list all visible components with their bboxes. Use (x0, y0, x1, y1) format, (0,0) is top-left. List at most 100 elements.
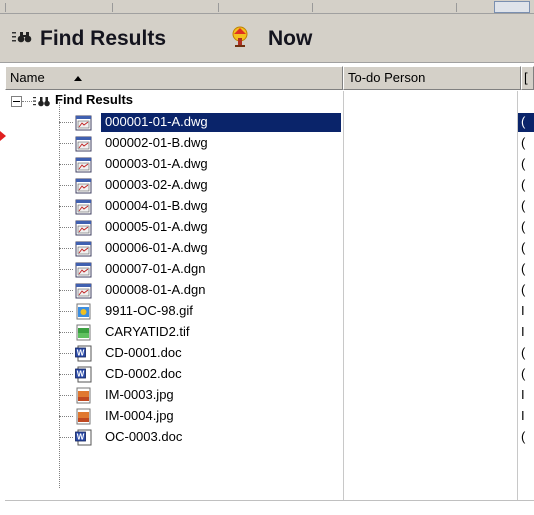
tree-file-row[interactable]: 000002-01-B.dwg ( (5, 133, 534, 154)
word-doc-icon: W (75, 429, 92, 446)
tree-connector (59, 395, 73, 396)
tree-connector (59, 416, 73, 417)
file-name: CARYATID2.tif (105, 324, 190, 339)
tree-file-row[interactable]: W CD-0002.doc ( (5, 364, 534, 385)
tree-connector (59, 332, 73, 333)
gif-file-icon (76, 303, 91, 320)
third-column-value: I (521, 324, 525, 339)
file-name: OC-0003.doc (105, 429, 183, 444)
tree-file-row[interactable]: 000007-01-A.dgn ( (5, 259, 534, 280)
tree-file-row[interactable]: CARYATID2.tif I (5, 322, 534, 343)
tree-root-row[interactable]: Find Results (5, 91, 534, 112)
column-header-row: Name To-do Person [ (5, 66, 534, 90)
jpg-file-icon (76, 387, 91, 404)
tree-connector (59, 374, 73, 375)
third-column-value: I (521, 303, 525, 318)
svg-text:W: W (77, 433, 85, 442)
tree-file-row[interactable]: 000004-01-B.dwg ( (5, 196, 534, 217)
third-column-value: I (521, 387, 525, 402)
results-tree: Find Results 000001-01-A.dwg (000002-01-B… (5, 91, 534, 501)
results-header: Find Results Now (0, 14, 534, 63)
tree-connector (22, 101, 32, 102)
binoculars-list-icon (12, 32, 32, 43)
strip-divider (5, 3, 6, 12)
third-column-value: ( (521, 345, 526, 360)
column-header-third[interactable]: [ (521, 66, 534, 90)
dgn-file-icon (75, 262, 92, 278)
tree-file-row[interactable]: 000003-02-A.dwg ( (5, 175, 534, 196)
dwg-file-icon (75, 178, 92, 194)
tree-file-row[interactable]: IM-0004.jpg I (5, 406, 534, 427)
svg-text:W: W (77, 349, 85, 358)
page-title: Find Results (40, 27, 167, 50)
now-icon[interactable] (228, 25, 252, 49)
column-header-name[interactable]: Name (5, 66, 343, 90)
file-name: 9911-OC-98.gif (105, 303, 193, 318)
third-column-value: ( (521, 114, 526, 129)
dwg-file-icon (75, 220, 92, 236)
tree-connector (59, 269, 73, 270)
file-name: IM-0003.jpg (105, 387, 174, 402)
third-column-value: ( (521, 177, 526, 192)
third-column-value: ( (521, 240, 526, 255)
strip-divider (112, 3, 113, 12)
dwg-file-icon (75, 115, 92, 131)
column-header-name-label: Name (10, 70, 45, 85)
third-column-value: ( (521, 282, 526, 297)
strip-divider (218, 3, 219, 12)
tif-file-icon (76, 324, 91, 341)
jpg-file-icon (76, 408, 91, 425)
column-header-third-label: [ (524, 70, 528, 85)
file-name: 000007-01-A.dgn (105, 261, 206, 276)
tree-connector (59, 143, 73, 144)
file-name: IM-0004.jpg (105, 408, 174, 423)
tree-file-row[interactable]: W OC-0003.doc ( (5, 427, 534, 448)
tree-connector (59, 227, 73, 228)
tree-file-row[interactable]: 9911-OC-98.gif I (5, 301, 534, 322)
tree-file-row[interactable]: 000005-01-A.dwg ( (5, 217, 534, 238)
svg-text:W: W (77, 370, 85, 379)
now-label[interactable]: Now (268, 27, 312, 51)
word-doc-icon: W (75, 345, 92, 362)
strip-divider (456, 3, 457, 12)
tree-connector (59, 122, 73, 123)
tree-file-row[interactable]: 000003-01-A.dwg ( (5, 154, 534, 175)
tree-file-row[interactable]: W CD-0001.doc ( (5, 343, 534, 364)
file-name: 000004-01-B.dwg (105, 198, 208, 213)
tree-file-row[interactable]: 000008-01-A.dgn ( (5, 280, 534, 301)
tree-root-label: Find Results (55, 92, 134, 107)
sort-ascending-icon (74, 76, 82, 81)
strip-button[interactable] (494, 1, 530, 13)
tree-file-row[interactable]: 000001-01-A.dwg ( (5, 112, 534, 133)
file-name: 000003-01-A.dwg (105, 156, 208, 171)
tree-connector (59, 311, 73, 312)
tree-file-row[interactable]: IM-0003.jpg I (5, 385, 534, 406)
dwg-file-icon (75, 157, 92, 173)
collapse-toggle[interactable] (11, 96, 22, 107)
column-header-todo-person[interactable]: To-do Person (343, 66, 521, 90)
list-bottom-border (5, 500, 534, 501)
file-name: 000001-01-A.dwg (105, 114, 208, 129)
third-column-value: I (521, 408, 525, 423)
third-column-value: ( (521, 198, 526, 213)
column-header-todo-label: To-do Person (348, 70, 426, 85)
file-name: 000006-01-A.dwg (105, 240, 208, 255)
tree-connector (59, 206, 73, 207)
third-column-value: ( (521, 261, 526, 276)
tree-connector (59, 164, 73, 165)
dwg-file-icon (75, 136, 92, 152)
tree-connector (59, 248, 73, 249)
word-doc-icon: W (75, 366, 92, 383)
binoculars-list-icon (33, 97, 50, 107)
current-row-marker (0, 131, 6, 141)
tree-connector (59, 437, 73, 438)
tree-connector (59, 353, 73, 354)
third-column-value: ( (521, 135, 526, 150)
file-name: 000005-01-A.dwg (105, 219, 208, 234)
tree-file-row[interactable]: 000006-01-A.dwg ( (5, 238, 534, 259)
file-name: CD-0001.doc (105, 345, 182, 360)
third-column-value: ( (521, 429, 526, 444)
top-strip (0, 0, 534, 14)
dgn-file-icon (75, 283, 92, 299)
third-column-value: ( (521, 156, 526, 171)
